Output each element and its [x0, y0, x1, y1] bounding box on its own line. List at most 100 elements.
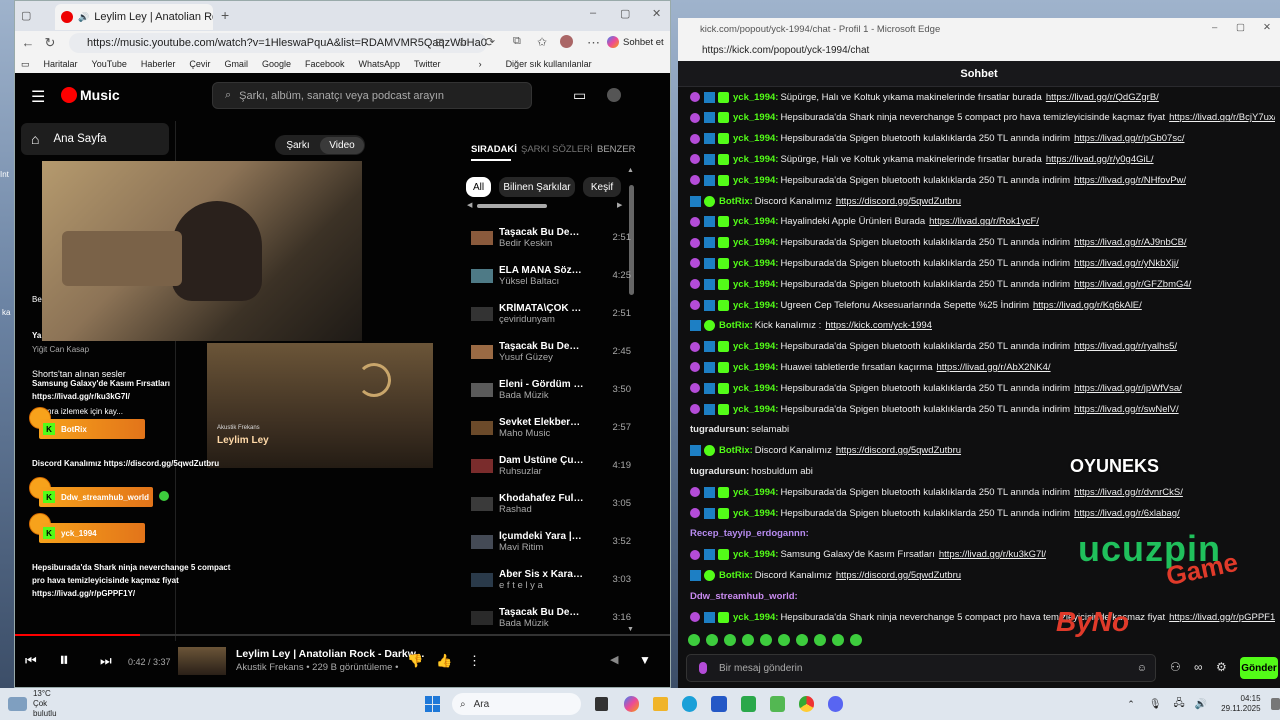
- toggle-song[interactable]: Şarkı: [276, 140, 320, 151]
- bookmark-item[interactable]: Twitter: [414, 59, 441, 69]
- users-icon[interactable]: ⚇: [1170, 660, 1181, 674]
- tab-actions-icon[interactable]: ▢: [21, 9, 31, 22]
- cast-icon[interactable]: ▭: [573, 87, 586, 104]
- discord-icon[interactable]: [828, 696, 844, 712]
- close-window-icon[interactable]: ✕: [1263, 22, 1271, 33]
- emoji-icon[interactable]: ☺: [1137, 663, 1147, 674]
- emote-icon[interactable]: [724, 634, 736, 646]
- chip-discover[interactable]: Keşif: [583, 177, 621, 197]
- chat-username[interactable]: yck_1994:: [733, 216, 778, 227]
- back-icon[interactable]: ←: [21, 35, 35, 50]
- copilot-icon[interactable]: [624, 696, 640, 712]
- chat-link[interactable]: https://kick.com/yck-1994: [825, 320, 932, 331]
- chat-username[interactable]: tugradursun:: [690, 466, 749, 477]
- chat-link[interactable]: https://livad.gg/r/AJ9nbCB/: [1074, 237, 1186, 248]
- chat-link[interactable]: https://livad.gg/r/dvnrCkS/: [1074, 487, 1183, 498]
- infinity-icon[interactable]: ∞: [1194, 660, 1203, 674]
- minimize-icon[interactable]: –: [1212, 22, 1217, 33]
- sidebar-item-home[interactable]: ⌂ Ana Sayfa: [21, 123, 169, 155]
- chat-username[interactable]: yck_1994:: [733, 383, 778, 394]
- chat-username[interactable]: yck_1994:: [733, 133, 778, 144]
- queue-scroll-up-icon[interactable]: ▲: [627, 167, 634, 174]
- chat-username[interactable]: yck_1994:: [733, 237, 778, 248]
- player-thumbnail[interactable]: [178, 647, 226, 675]
- tray-chevron-icon[interactable]: ⌃: [1127, 699, 1135, 710]
- volume-icon[interactable]: ◀: [610, 653, 618, 666]
- emote-icon[interactable]: [850, 634, 862, 646]
- chat-link[interactable]: https://livad.gg/r/BcjY7ux/: [1169, 112, 1275, 123]
- reload-icon[interactable]: ↻: [43, 35, 57, 51]
- favorite-star-icon[interactable]: ☆: [457, 35, 468, 49]
- queue-item[interactable]: Aber Sis x Kara Se...e f t e l y a3:03: [466, 561, 631, 598]
- pause-icon[interactable]: ⏸: [59, 649, 69, 672]
- progress-track[interactable]: [15, 634, 670, 636]
- profile-avatar[interactable]: [560, 35, 573, 48]
- queue-item[interactable]: ELA MANA Söz&M...Yüksel Baltacı4:25: [466, 257, 631, 294]
- chat-link[interactable]: https://livad.gg/r/pGb07sc/: [1074, 133, 1184, 144]
- menu-icon[interactable]: ☰: [31, 87, 45, 107]
- file-explorer-icon[interactable]: [653, 697, 669, 711]
- close-window-icon[interactable]: ✕: [652, 7, 661, 20]
- expand-player-icon[interactable]: ▼: [639, 653, 651, 667]
- chat-username[interactable]: yck_1994:: [733, 549, 778, 560]
- chat-username[interactable]: yck_1994:: [733, 154, 778, 165]
- chips-scroll-right-icon[interactable]: ▶: [617, 201, 622, 209]
- more-icon[interactable]: ⋯: [587, 35, 600, 51]
- queue-item[interactable]: İçumdeki Yara | Ta...Mavi Ritim3:52: [466, 523, 631, 560]
- desktop-icon-label[interactable]: ka: [2, 308, 10, 317]
- app-available-icon[interactable]: ⊞: [435, 36, 444, 49]
- chat-link[interactable]: https://discord.gg/5qwdZutbru: [836, 570, 961, 581]
- chat-link[interactable]: https://livad.gg/r/jpWfVsa/: [1074, 383, 1182, 394]
- chat-link[interactable]: https://livad.gg/r/y0g4GiL/: [1046, 154, 1154, 165]
- emote-icon[interactable]: [814, 634, 826, 646]
- send-button[interactable]: Gönder: [1240, 657, 1278, 679]
- chips-scrollbar[interactable]: [477, 204, 547, 208]
- queue-item[interactable]: Dam Üstüne Çul S...Ruhsuzlar4:19: [466, 447, 631, 484]
- volume-icon[interactable]: 🔊: [1195, 699, 1207, 710]
- speaker-icon[interactable]: 🔊: [78, 12, 89, 23]
- emote-icon[interactable]: [688, 634, 700, 646]
- chips-scroll-left-icon[interactable]: ◀: [467, 201, 472, 209]
- emote-icon[interactable]: [706, 634, 718, 646]
- next-icon[interactable]: ⏭: [100, 653, 112, 669]
- more-options-icon[interactable]: ⋮: [468, 653, 481, 669]
- favorites-icon[interactable]: ✩: [537, 35, 547, 49]
- emote-icon[interactable]: [778, 634, 790, 646]
- chip-all[interactable]: All: [466, 177, 491, 197]
- chat-username[interactable]: yck_1994:: [733, 279, 778, 290]
- song-video-toggle[interactable]: Şarkı Video: [275, 135, 365, 155]
- bookmark-item[interactable]: Facebook: [305, 59, 345, 69]
- chrome-icon[interactable]: [798, 696, 815, 712]
- kick-app-icon[interactable]: [769, 696, 785, 712]
- other-bookmarks[interactable]: Diğer sık kullanılanlar: [506, 59, 592, 69]
- tab-lyrics[interactable]: ŞARKI SÖZLERİ: [521, 144, 593, 155]
- chat-link[interactable]: https://livad.gg/r/NHfovPw/: [1074, 175, 1186, 186]
- chat-username[interactable]: BotRix:: [719, 445, 753, 456]
- clock[interactable]: 04:15 29.11.2025: [1221, 694, 1260, 714]
- refresh-icon[interactable]: ⟳: [485, 35, 495, 49]
- address-bar[interactable]: https://music.youtube.com/watch?v=1Hlesw…: [69, 33, 487, 53]
- logo-text[interactable]: Music: [80, 87, 120, 103]
- chat-username[interactable]: yck_1994:: [733, 508, 778, 519]
- chat-username[interactable]: yck_1994:: [733, 175, 778, 186]
- weather-icon[interactable]: [8, 697, 27, 711]
- chat-username[interactable]: yck_1994:: [733, 362, 778, 373]
- weather-widget[interactable]: 13°C Çok bulutlu: [33, 689, 71, 719]
- chat-username[interactable]: yck_1994:: [733, 258, 778, 269]
- chat-username[interactable]: Recep_tayyip_erdogannn:: [690, 528, 809, 539]
- store-icon[interactable]: [711, 696, 727, 712]
- chat-link[interactable]: https://livad.gg/r/ryalhs5/: [1074, 341, 1177, 352]
- chat-username[interactable]: tugradursun:: [690, 424, 749, 435]
- reading-mode-icon[interactable]: ▭: [21, 59, 30, 70]
- tab-related[interactable]: BENZER: [597, 144, 636, 155]
- like-icon[interactable]: 👍: [436, 653, 452, 669]
- extensions-icon[interactable]: ⧉: [513, 35, 521, 48]
- chat-link[interactable]: https://livad.gg/r/swNelV/: [1074, 404, 1179, 415]
- taskbar-search[interactable]: ⌕ Ara: [452, 693, 581, 715]
- queue-item[interactable]: Taşacak Bu Deniz ...Bedir Keskin2:51: [466, 219, 631, 256]
- chat-link[interactable]: https://livad.gg/r/ku3kG7l/: [939, 549, 1046, 560]
- windows-start-icon[interactable]: [424, 696, 440, 712]
- desktop-icon-label[interactable]: Int: [0, 170, 9, 179]
- chat-link[interactable]: https://livad.gg/r/yNkbXjj/: [1074, 258, 1179, 269]
- new-tab-icon[interactable]: +: [221, 7, 229, 23]
